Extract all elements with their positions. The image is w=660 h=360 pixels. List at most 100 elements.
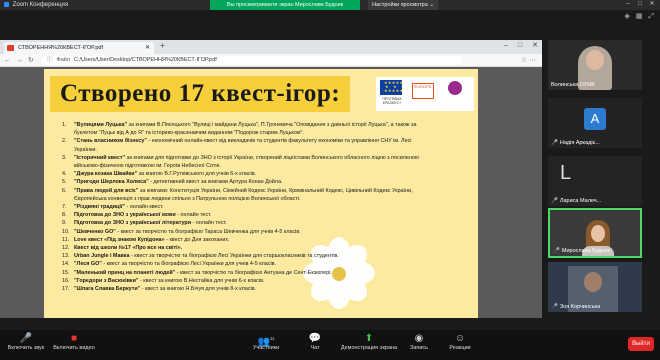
chat-button[interactable]: 💬 Чат xyxy=(302,332,328,351)
participant-tile[interactable]: Волинська ОУНБ xyxy=(548,40,642,90)
page-title: Створено 17 квест-ігор: xyxy=(60,80,341,107)
quest-title: "Маленький принц на планеті людей" xyxy=(74,269,176,276)
grid-view-icon[interactable]: ▦ xyxy=(636,13,643,20)
quest-description: - квест за творчістю та біографією Тарас… xyxy=(115,228,301,235)
browser-tab-bar: СТВОРЕННЯ%20КВЕСТ-ІГОР.pdf ✕ + – □ ✕ xyxy=(0,40,542,54)
quest-list-item: Європейська конвенція з прав людини спіл… xyxy=(62,195,472,203)
quest-list-item: 6. "Права людей для всіх" за книгами: Кон… xyxy=(62,187,472,195)
quest-description: - квест за книгою Н.Бічуя для учнів 8-х … xyxy=(140,286,257,293)
quest-title: Urban Jungle і Мавка xyxy=(74,253,130,260)
quest-list: 1. "Вулицями Луцька" за книгами В.Пясецьк… xyxy=(62,121,472,293)
quest-title: "Різдвяні традиції" xyxy=(74,204,125,211)
quest-title: "Джура козака Швайки" xyxy=(74,171,138,178)
unmute-label: Включить звук xyxy=(7,345,45,351)
avatar: L xyxy=(560,162,572,184)
address-label: Файл xyxy=(56,57,71,63)
quest-description: за книгами: Конституція України, Сімейни… xyxy=(138,187,413,194)
participant-tile[interactable]: L 🎤 Лариса Малеч... xyxy=(548,156,642,206)
start-video-button[interactable]: ■ Включить видео xyxy=(50,332,98,351)
browser-tab[interactable]: СТВОРЕННЯ%20КВЕСТ-ІГОР.pdf ✕ xyxy=(4,42,154,54)
unmute-button[interactable]: 🎤 Включить звук xyxy=(4,332,48,351)
participants-button[interactable]: 👥11 Участники xyxy=(246,332,286,351)
file-info-icon[interactable]: ⓘ xyxy=(47,57,53,63)
screen-share-banner: Вы просматриваете экран Мирослава Будник xyxy=(210,0,360,10)
quest-number: 5. xyxy=(62,179,67,186)
mic-muted-icon: 🎤 xyxy=(551,140,558,146)
url-field[interactable]: ⓘ Файл C:/Users/User/Desktop/СТВОРЕННЯ%20К… xyxy=(42,56,462,65)
chevron-down-icon: ⌄ xyxy=(429,2,434,8)
leave-meeting-button[interactable]: Выйти xyxy=(628,337,654,351)
share-screen-label: Демонстрация экрана xyxy=(340,345,398,351)
window-title: Zoom Конференция xyxy=(12,2,69,8)
participant-tile-active-speaker[interactable]: 🎤 Мирослава Будник xyxy=(548,208,642,258)
fullscreen-icon[interactable]: ⤢ xyxy=(648,13,654,20)
quest-list-item: 11. Love квест «Під знаком Купідона» - кв… xyxy=(62,236,472,244)
participant-name: Волинська ОУНБ xyxy=(551,82,595,88)
record-button[interactable]: ◉ Запись xyxy=(404,332,434,351)
quest-list-item: 2. "Стань власником бізнесу" - економічни… xyxy=(62,137,472,145)
mic-muted-icon: 🎤 xyxy=(553,248,560,254)
quest-number: 6. xyxy=(62,187,67,194)
quest-description: за книгами для підготовки до ЗНО з істор… xyxy=(125,154,419,161)
forward-icon[interactable]: → xyxy=(16,57,23,64)
new-tab-icon[interactable]: + xyxy=(160,41,165,50)
minimize-icon[interactable]: – xyxy=(622,1,634,7)
quest-number: 10. xyxy=(62,228,70,235)
maximize-icon[interactable]: □ xyxy=(634,1,646,7)
quest-description: - детективний квест за книгами Артура Ко… xyxy=(148,179,283,186)
quest-list-item: 9. Підготовка до ЗНО з української літера… xyxy=(62,219,472,227)
quest-title: "Стань власником бізнесу" xyxy=(74,138,147,145)
back-icon[interactable]: ← xyxy=(4,57,11,64)
quest-description: Українки. xyxy=(74,146,97,153)
quest-title: "Шпага Славка Беркути" xyxy=(74,286,141,293)
zoom-logo-icon xyxy=(4,1,9,7)
quest-description: - онлайн тест. xyxy=(175,212,212,219)
record-icon: ◉ xyxy=(414,333,424,344)
reactions-label: Реакции xyxy=(449,345,471,351)
quest-number: 4. xyxy=(62,171,67,178)
browser-maximize-icon[interactable]: □ xyxy=(518,42,522,49)
browser-minimize-icon[interactable]: – xyxy=(504,42,508,49)
reactions-button[interactable]: ☺ Реакции xyxy=(442,332,478,351)
quest-list-item: 1. "Вулицями Луцька" за книгами В.Пясецьк… xyxy=(62,121,472,129)
quest-number: 17. xyxy=(62,286,70,293)
quest-number: 7. xyxy=(62,204,67,211)
quest-title: "Пригоди Шерлока Холмса" xyxy=(74,179,149,186)
quest-title: Квест від школи №17 «Про все на світі». xyxy=(74,245,183,252)
quest-title: Підготовка до ЗНО з української літерату… xyxy=(74,220,192,227)
quest-description: - онлайн тест. xyxy=(191,220,227,227)
view-options-button[interactable]: Настройки просмотра ⌄ xyxy=(368,0,438,10)
extensions-icon[interactable]: ⋯ xyxy=(529,57,536,64)
mic-muted-icon: 🎤 xyxy=(551,304,558,310)
quest-title: Підготовка до ЗНО з української мови xyxy=(74,212,176,219)
quest-number: 9. xyxy=(62,220,67,227)
star-icon[interactable]: ☆ xyxy=(521,57,527,64)
quest-description: - квест за творчістю та біографією Антуа… xyxy=(175,269,332,276)
quest-number: 8. xyxy=(62,212,67,219)
chat-icon: 💬 xyxy=(308,333,322,344)
reload-icon[interactable]: ↻ xyxy=(28,57,34,64)
quest-number: 12. xyxy=(62,245,70,252)
library-logo xyxy=(440,81,470,107)
mic-muted-icon: 🎤 xyxy=(19,333,33,344)
shield-icon[interactable]: ◈ xyxy=(624,13,629,20)
europe-logo-text: EUROPE xyxy=(414,84,432,89)
quest-list-item: 13. Urban Jungle і Мавка - квест за творч… xyxy=(62,252,472,260)
close-icon[interactable]: ✕ xyxy=(646,0,658,7)
participant-tile[interactable]: 🎤 Зоя Корчинська xyxy=(548,262,642,312)
quest-list-item: 14. "Леся GO" - квест за творчістю та біо… xyxy=(62,260,472,268)
participant-name: 🎤 Лариса Малеч... xyxy=(551,198,602,204)
browser-close-icon[interactable]: ✕ xyxy=(532,42,538,49)
participant-tile[interactable]: А 🎤 Надія Аркадіє... xyxy=(548,98,642,148)
tab-title: СТВОРЕННЯ%20КВЕСТ-ІГОР.pdf xyxy=(18,45,103,51)
pdf-icon xyxy=(7,45,14,51)
quest-description: буклетом "Луцьк від А до Я" та історико-… xyxy=(74,130,304,137)
pdf-viewer[interactable]: Створено 17 квест-ігор: ★★★★★ ★ ★ ★★★★★ ПР… xyxy=(0,67,542,318)
quest-list-item: 8. Підготовка до ЗНО з української мови -… xyxy=(62,211,472,219)
share-screen-button[interactable]: ⬆ Демонстрация экрана xyxy=(334,332,404,351)
quest-description: - економічний онлайн-квест від викладачі… xyxy=(146,138,412,145)
eu-flag-icon: ★★★★★ ★ ★ ★★★★★ xyxy=(380,80,403,95)
europe-logo: EUROPE xyxy=(412,83,434,99)
tab-close-icon[interactable]: ✕ xyxy=(145,42,150,54)
pdf-page: Створено 17 квест-ігор: ★★★★★ ★ ★ ★★★★★ ПР… xyxy=(44,69,478,318)
